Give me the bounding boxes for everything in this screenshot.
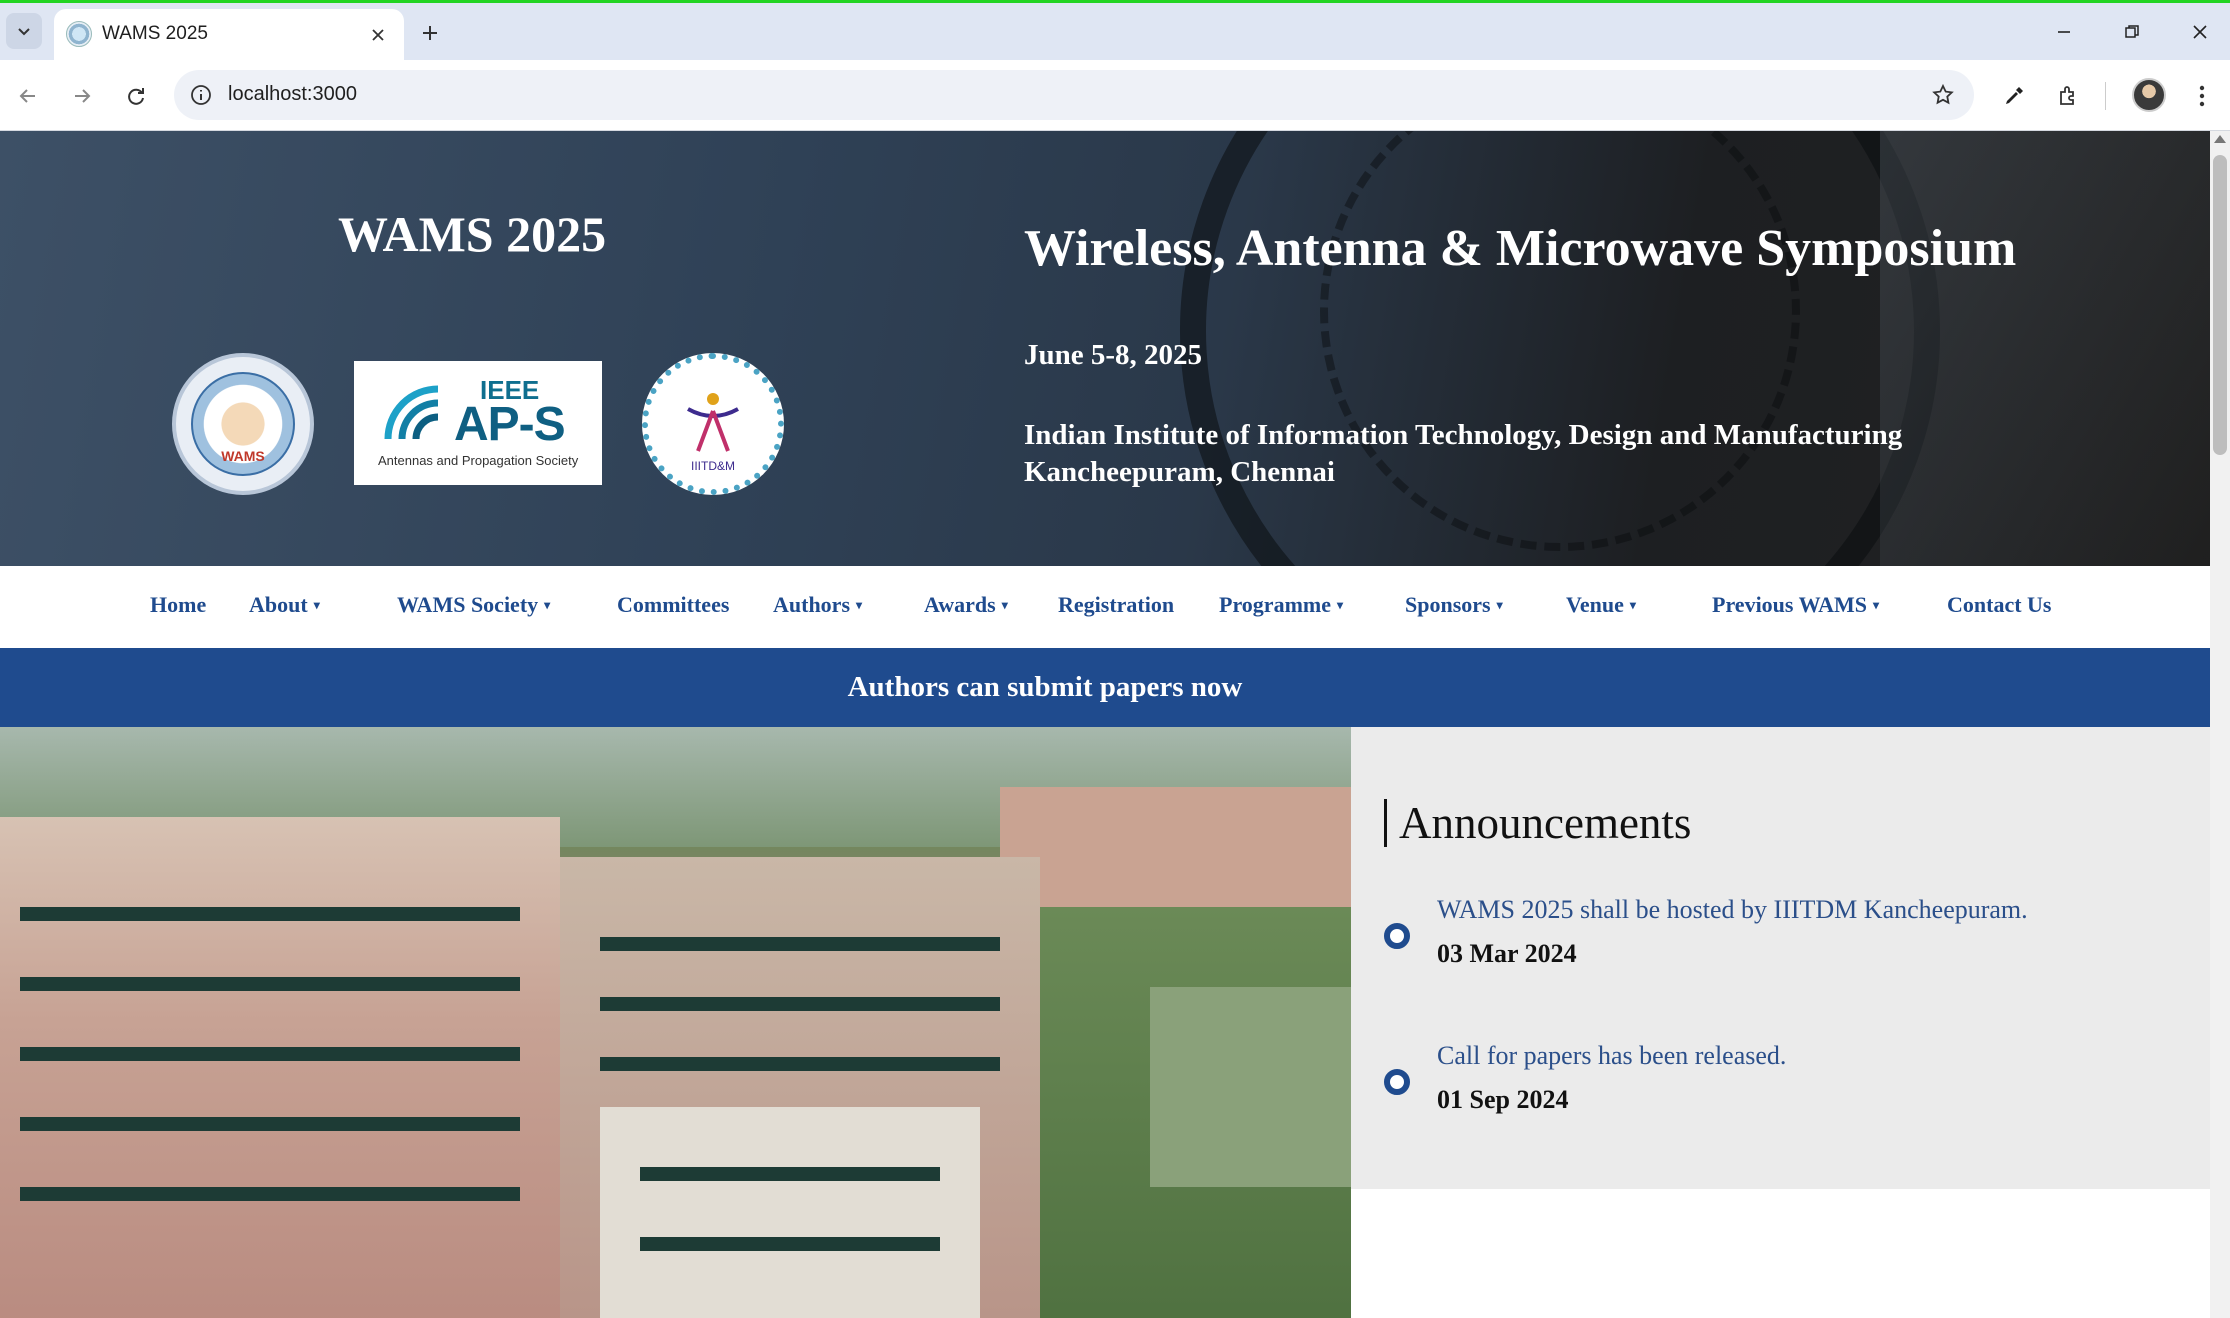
browser-toolbar: localhost:3000 [0,60,2230,131]
announcement-banner: Authors can submit papers now [0,648,2210,727]
venue-line-institute: Indian Institute of Information Technolo… [1024,419,1903,451]
nav-item-contact-us[interactable]: Contact Us [1947,592,2052,618]
campus-window-row [600,997,1000,1011]
back-button[interactable] [8,76,48,116]
campus-window-row [20,977,520,991]
new-tab-button[interactable] [414,17,446,49]
campus-window-row [20,1187,520,1201]
tab-title: WAMS 2025 [102,23,208,44]
campus-window-row [20,1047,520,1061]
site-short-title: WAMS 2025 [338,206,607,262]
browser-menu-icon[interactable] [2182,76,2222,116]
campus-window-row [640,1237,940,1251]
address-url: localhost:3000 [228,83,357,105]
restore-window-button[interactable] [2112,15,2152,49]
arrow-left-icon [19,89,35,103]
ieee-aps-logo[interactable]: IEEE AP-S Antennas and Propagation Socie… [354,361,602,485]
profile-avatar[interactable] [2132,78,2166,112]
caret-down-icon: ▾ [1873,598,1880,612]
reload-icon [128,88,144,105]
browser-tab-active[interactable]: WAMS 2025 [54,9,404,63]
restore-icon [2125,25,2139,38]
campus-building-front [600,1107,980,1318]
aps-logo-text: AP-S [454,398,566,451]
close-window-button[interactable] [2180,15,2220,49]
site-info-icon[interactable] [188,82,214,108]
campus-window-row [20,907,520,921]
campus-window-row [640,1167,940,1181]
close-icon [372,29,384,41]
tab-search-button[interactable] [6,13,42,49]
announcements-panel: Announcements WAMS 2025 shall be hosted … [1351,727,2210,1189]
nav-item-home[interactable]: Home [150,592,206,618]
caret-down-icon: ▾ [313,598,320,612]
nav-item-committees[interactable]: Committees [617,592,729,618]
aps-logo-subtitle: Antennas and Propagation Society [378,453,579,468]
nav-item-about[interactable]: About ▾ [249,592,320,618]
bullet-circle-icon [1384,1069,1410,1095]
plus-icon [423,26,437,40]
campus-playfield [1150,987,1351,1187]
tab-close-button[interactable] [364,21,392,49]
minimize-window-button[interactable] [2044,15,2084,49]
announcements-heading: Announcements [1384,799,1691,847]
caret-down-icon: ▾ [1496,598,1503,612]
symposium-dates: June 5-8, 2025 [1024,339,1203,371]
browser-tab-bar: WAMS 2025 [0,0,2230,63]
site-header: WAMS 2025 WAMS IEEE AP-S Antennas and Pr… [0,131,2210,566]
toolbar-separator [2105,82,2106,110]
caret-down-icon: ▾ [1629,598,1636,612]
extensions-puzzle-icon[interactable] [2048,76,2088,116]
iiitdm-logo[interactable]: IIITD&M [642,353,784,495]
caret-down-icon: ▾ [1337,598,1344,612]
announcement-link[interactable]: WAMS 2025 shall be hosted by IIITDM Kanc… [1437,895,2028,925]
nav-item-awards[interactable]: Awards ▾ [924,592,1008,618]
nav-item-venue[interactable]: Venue ▾ [1566,592,1636,618]
campus-photo [0,727,1351,1318]
campus-building-far-right [1000,787,1351,907]
scroll-thumb[interactable] [2213,155,2227,455]
campus-building-left [0,817,560,1318]
page-scrollbar[interactable] [2210,131,2230,1318]
chevron-down-icon [18,28,30,36]
address-bar[interactable]: localhost:3000 [174,70,1974,120]
main-navigation: Home About ▾ WAMS Society ▾ Committees Aut… [0,566,2210,648]
caret-down-icon: ▾ [1001,598,1008,612]
campus-window-row [600,937,1000,951]
caret-down-icon: ▾ [544,598,551,612]
caret-down-icon: ▾ [856,598,863,612]
nav-item-registration[interactable]: Registration [1058,592,1174,618]
scroll-up-arrow-icon[interactable] [2214,135,2226,143]
announcement-date: 01 Sep 2024 [1437,1085,1569,1114]
page-viewport: WAMS 2025 WAMS IEEE AP-S Antennas and Pr… [0,131,2210,1318]
wams-logo-text: WAMS [221,448,265,464]
symposium-title: Wireless, Antenna & Microwave Symposium [1024,220,2017,277]
nav-item-wams-society[interactable]: WAMS Society ▾ [397,592,550,618]
close-icon [2193,25,2207,39]
venue-line-city: Kancheepuram, Chennai [1024,456,1335,488]
nav-item-previous-wams[interactable]: Previous WAMS ▾ [1712,592,1879,618]
iiitdm-logo-text: IIITD&M [691,459,735,473]
sky-highlight-background [1880,131,2210,566]
bookmark-star-icon[interactable] [1928,80,1958,110]
bullet-circle-icon [1384,923,1410,949]
forward-button[interactable] [62,76,102,116]
announcement-date: 03 Mar 2024 [1437,939,1577,968]
reload-button[interactable] [116,76,156,116]
campus-window-row [20,1117,520,1131]
banner-text: Authors can submit papers now [847,671,1243,703]
arrow-right-icon [75,89,91,103]
ieee-aps-waves-icon [384,385,439,440]
wams-logo[interactable]: WAMS [172,353,314,495]
iiitdm-figure-icon [678,389,748,459]
minimize-icon [2058,31,2070,33]
campus-window-row [600,1057,1000,1071]
symposium-venue: Indian Institute of Information Technolo… [1024,417,2024,491]
eyedropper-extension-icon[interactable] [1994,76,2034,116]
announcement-link[interactable]: Call for papers has been released. [1437,1041,1786,1071]
nav-item-programme[interactable]: Programme ▾ [1219,592,1343,618]
site-favicon-icon [66,21,92,47]
nav-item-sponsors[interactable]: Sponsors ▾ [1405,592,1503,618]
nav-item-authors[interactable]: Authors ▾ [773,592,862,618]
